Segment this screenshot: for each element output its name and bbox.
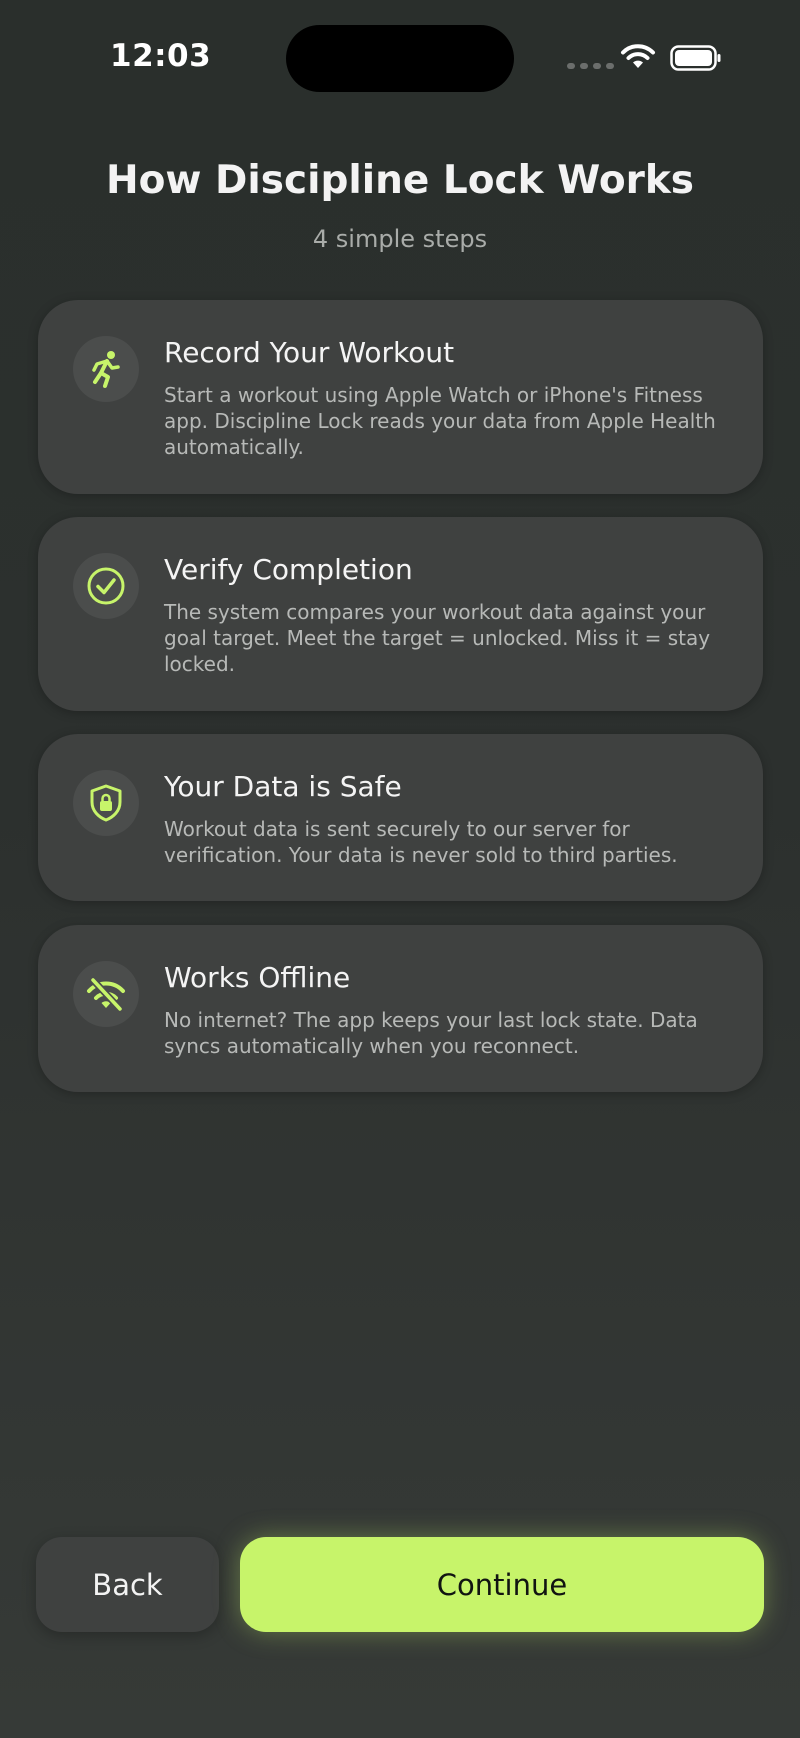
page-subtitle: 4 simple steps bbox=[312, 225, 488, 253]
running-figure-icon bbox=[92, 351, 120, 388]
wifi-icon bbox=[621, 44, 655, 68]
back-button[interactable]: Back bbox=[36, 1537, 219, 1632]
step-description: Workout data is sent securely to our ser… bbox=[164, 817, 678, 867]
step-card-record-workout: Record Your Workout Start a workout usin… bbox=[38, 300, 763, 494]
wifi-slash-icon bbox=[87, 976, 125, 1013]
page-title: How Discipline Lock Works bbox=[105, 158, 694, 203]
step-description: Start a workout using Apple Watch or iPh… bbox=[164, 383, 716, 459]
step-card-data-safe: Your Data is Safe Workout data is sent s… bbox=[38, 734, 763, 901]
lock-shield-icon bbox=[90, 784, 122, 822]
step-title: Verify Completion bbox=[164, 553, 413, 586]
step-icon-container bbox=[73, 553, 139, 619]
step-title: Your Data is Safe bbox=[164, 770, 402, 803]
step-icon-container bbox=[73, 770, 139, 836]
step-card-works-offline: Works Offline No internet? The app keeps… bbox=[38, 925, 763, 1092]
cellular-signal-icon bbox=[567, 63, 614, 69]
status-bar: 12:03 bbox=[0, 0, 800, 110]
battery-icon bbox=[670, 45, 721, 71]
step-description: No internet? The app keeps your last loc… bbox=[164, 1008, 698, 1058]
step-title: Works Offline bbox=[164, 961, 351, 994]
step-description: The system compares your workout data ag… bbox=[164, 600, 711, 676]
dynamic-island bbox=[286, 25, 514, 92]
step-title: Record Your Workout bbox=[164, 336, 455, 369]
step-icon-container bbox=[73, 336, 139, 402]
continue-button[interactable]: Continue bbox=[240, 1537, 764, 1632]
status-time: 12:03 bbox=[110, 38, 212, 74]
checkmark-circle-icon bbox=[87, 567, 125, 605]
step-icon-container bbox=[73, 961, 139, 1027]
step-card-verify-completion: Verify Completion The system compares yo… bbox=[38, 517, 763, 711]
